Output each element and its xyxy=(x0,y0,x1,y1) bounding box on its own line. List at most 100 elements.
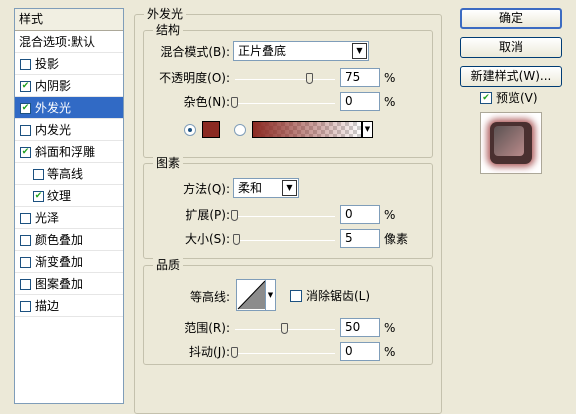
range-percent: % xyxy=(384,321,396,335)
style-checkbox[interactable]: ✔ xyxy=(20,103,31,114)
outer-glow-group: 外发光 结构 混合模式(B): 正片叠底 ▼ 不透明度(O): 75 % 杂色(… xyxy=(134,7,442,414)
size-slider-track[interactable] xyxy=(235,240,335,241)
quality-group: 品质 等高线: ▼ 消除锯齿(L) 范围(R): 50 % 抖动(J): 0 % xyxy=(143,258,433,365)
new-style-button[interactable]: 新建样式(W)... xyxy=(460,66,562,87)
style-checkbox[interactable]: ✔ xyxy=(33,191,44,202)
opacity-percent: % xyxy=(384,71,396,85)
gradient-fill xyxy=(253,122,361,137)
style-item[interactable]: 光泽 xyxy=(15,207,123,229)
noise-input[interactable]: 0 xyxy=(340,92,380,111)
gradient-radio[interactable] xyxy=(234,124,246,136)
size-unit: 像素 xyxy=(384,232,409,246)
style-item-label: 外发光 xyxy=(35,101,72,115)
range-input[interactable]: 50 xyxy=(340,318,380,337)
contour-curve-icon xyxy=(237,280,266,310)
cancel-button[interactable]: 取消 xyxy=(460,37,562,58)
opacity-label: 不透明度(O): xyxy=(159,71,230,85)
style-item-label: 颜色叠加 xyxy=(35,233,84,247)
size-label: 大小(S): xyxy=(184,232,230,246)
style-item-label: 图案叠加 xyxy=(35,277,84,291)
ok-button[interactable]: 确定 xyxy=(460,8,562,29)
anti-alias-checkbox[interactable] xyxy=(290,290,302,302)
style-preview-thumbnail xyxy=(480,112,542,174)
preview-swatch xyxy=(490,122,532,164)
noise-percent: % xyxy=(384,95,396,109)
style-item[interactable]: ✔ 纹理 xyxy=(15,185,123,207)
blend-mode-select[interactable]: 正片叠底 ▼ xyxy=(233,41,369,61)
jitter-label: 抖动(J): xyxy=(189,345,230,359)
size-input[interactable]: 5 xyxy=(340,229,380,248)
style-item[interactable]: 颜色叠加 xyxy=(15,229,123,251)
style-checkbox[interactable]: ✔ xyxy=(20,81,31,92)
style-item-label: 渐变叠加 xyxy=(35,255,84,269)
structure-title: 结构 xyxy=(153,23,184,37)
noise-label: 杂色(N): xyxy=(183,95,230,109)
jitter-slider-track[interactable] xyxy=(235,353,335,354)
style-checkbox[interactable] xyxy=(20,301,31,312)
style-item[interactable]: 图案叠加 xyxy=(15,273,123,295)
style-checkbox[interactable] xyxy=(20,235,31,246)
noise-slider-thumb[interactable] xyxy=(231,97,238,108)
noise-slider-track[interactable] xyxy=(235,103,335,104)
preview-checkbox[interactable]: ✔ xyxy=(480,92,492,104)
quality-title: 品质 xyxy=(153,258,184,272)
style-item-label: 描边 xyxy=(35,299,60,313)
style-item-label: 斜面和浮雕 xyxy=(35,145,96,159)
method-select[interactable]: 柔和 ▼ xyxy=(233,178,299,198)
spread-percent: % xyxy=(384,208,396,222)
style-checkbox[interactable] xyxy=(20,257,31,268)
style-checkbox[interactable] xyxy=(20,213,31,224)
style-item[interactable]: ✔ 外发光 xyxy=(15,97,123,119)
spread-label: 扩展(P): xyxy=(185,208,230,222)
jitter-input[interactable]: 0 xyxy=(340,342,380,361)
style-checkbox[interactable] xyxy=(20,125,31,136)
style-checkbox[interactable]: ✔ xyxy=(20,147,31,158)
size-slider-thumb[interactable] xyxy=(233,234,240,245)
jitter-slider-thumb[interactable] xyxy=(231,347,238,358)
preview-label[interactable]: 预览(V) xyxy=(496,90,538,106)
styles-panel: 样式 混合选项:默认 投影 ✔ 内阴影 ✔ 外发光 内发光 ✔ 斜面和浮雕 等高线 ✔ 纹理 光泽 颜色… xyxy=(14,8,124,404)
elements-group: 图素 方法(Q): 柔和 ▼ 扩展(P): 0 % 大小(S): 5 像素 xyxy=(143,156,433,259)
styles-header: 样式 xyxy=(15,9,123,31)
radio-dot xyxy=(188,128,192,132)
spread-input[interactable]: 0 xyxy=(340,205,380,224)
opacity-input[interactable]: 75 xyxy=(340,68,380,87)
opacity-slider-track[interactable] xyxy=(235,79,335,80)
range-slider-thumb[interactable] xyxy=(281,323,288,334)
style-item[interactable]: ✔ 内阴影 xyxy=(15,75,123,97)
method-value: 柔和 xyxy=(238,181,263,195)
range-label: 范围(R): xyxy=(184,321,230,335)
style-item-label: 投影 xyxy=(35,57,60,71)
style-item[interactable]: 渐变叠加 xyxy=(15,251,123,273)
style-item[interactable]: 内发光 xyxy=(15,119,123,141)
style-item-label: 内发光 xyxy=(35,123,72,137)
chevron-down-icon[interactable]: ▼ xyxy=(362,121,373,138)
chevron-down-icon: ▼ xyxy=(282,180,297,196)
contour-picker[interactable]: ▼ xyxy=(236,279,276,311)
solid-color-radio[interactable] xyxy=(184,124,196,136)
style-item[interactable]: ✔ 斜面和浮雕 xyxy=(15,141,123,163)
blend-options-item[interactable]: 混合选项:默认 xyxy=(15,31,123,53)
style-checkbox[interactable] xyxy=(33,169,44,180)
style-item[interactable]: 等高线 xyxy=(15,163,123,185)
anti-alias-label[interactable]: 消除锯齿(L) xyxy=(306,288,370,304)
opacity-slider-thumb[interactable] xyxy=(306,73,313,84)
spread-slider-thumb[interactable] xyxy=(231,210,238,221)
style-list: 投影 ✔ 内阴影 ✔ 外发光 内发光 ✔ 斜面和浮雕 等高线 ✔ 纹理 光泽 颜色叠加 渐变叠加 图案叠加描… xyxy=(15,53,123,317)
chevron-down-icon: ▼ xyxy=(352,43,367,59)
blend-mode-label: 混合模式(B): xyxy=(160,45,230,59)
style-checkbox[interactable] xyxy=(20,279,31,290)
style-item-label: 等高线 xyxy=(47,167,84,181)
style-item[interactable]: 投影 xyxy=(15,53,123,75)
jitter-percent: % xyxy=(384,345,396,359)
elements-title: 图素 xyxy=(153,156,184,170)
outer-glow-title: 外发光 xyxy=(144,7,187,21)
method-label: 方法(Q): xyxy=(183,182,230,196)
style-checkbox[interactable] xyxy=(20,59,31,70)
contour-label: 等高线: xyxy=(189,290,230,304)
style-item[interactable]: 描边 xyxy=(15,295,123,317)
glow-color-swatch[interactable] xyxy=(202,121,220,138)
spread-slider-track[interactable] xyxy=(235,216,335,217)
style-item-label: 纹理 xyxy=(47,189,72,203)
glow-gradient-picker[interactable]: ▼ xyxy=(252,121,373,138)
